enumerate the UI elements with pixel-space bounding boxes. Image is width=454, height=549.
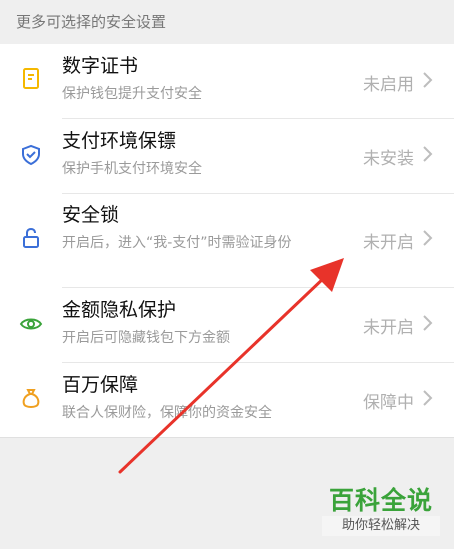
item-status: 未开启 [363, 233, 414, 253]
watermark-main: 百科全说 [328, 486, 433, 515]
chevron-right-icon [423, 390, 433, 406]
item-title: 安全锁 [62, 204, 120, 226]
watermark-sub: 助你轻松解决 [322, 516, 440, 536]
item-status: 未安装 [363, 149, 414, 169]
watermark-logo: 百科全说 助你轻松解决 [322, 486, 440, 542]
certificate-icon [18, 66, 44, 92]
list-item-payment-guard[interactable]: 支付环境保镖 保护手机支付环境安全 未安装 [0, 118, 454, 193]
item-title: 百万保障 [62, 374, 139, 396]
section-header: 更多可选择的安全设置 [16, 13, 167, 31]
item-status: 保障中 [363, 393, 414, 413]
item-desc: 开启后可隐藏钱包下方金额 [62, 330, 230, 346]
money-bag-icon [18, 386, 44, 412]
item-desc: 开启后，进入“我-支付”时需验证身份 [62, 235, 292, 251]
eye-icon [18, 311, 44, 337]
item-title: 支付环境保镖 [62, 130, 177, 152]
list-item-million-guarantee[interactable]: 百万保障 联合人保财险，保障你的资金安全 保障中 [0, 362, 454, 437]
item-desc: 保护钱包提升支付安全 [62, 86, 202, 102]
list-item-digital-certificate[interactable]: 数字证书 保护钱包提升支付安全 未启用 [0, 44, 454, 118]
item-status: 未启用 [363, 75, 414, 95]
item-desc: 保护手机支付环境安全 [62, 161, 202, 177]
chevron-right-icon [423, 146, 433, 162]
item-title: 数字证书 [62, 55, 139, 77]
item-title: 金额隐私保护 [62, 299, 177, 321]
item-status: 未开启 [363, 318, 414, 338]
chevron-right-icon [423, 315, 433, 331]
list-item-amount-privacy[interactable]: 金额隐私保护 开启后可隐藏钱包下方金额 未开启 [0, 287, 454, 362]
shield-check-icon [18, 142, 44, 168]
chevron-right-icon [423, 230, 433, 246]
list-item-security-lock[interactable]: 安全锁 开启后，进入“我-支付”时需验证身份 未开启 [0, 193, 454, 287]
chevron-right-icon [423, 72, 433, 88]
security-settings-list: 数字证书 保护钱包提升支付安全 未启用 支付环境保镖 保护手机支付环境安全 未安… [0, 44, 454, 438]
item-desc: 联合人保财险，保障你的资金安全 [62, 405, 272, 421]
lock-icon [18, 225, 44, 251]
